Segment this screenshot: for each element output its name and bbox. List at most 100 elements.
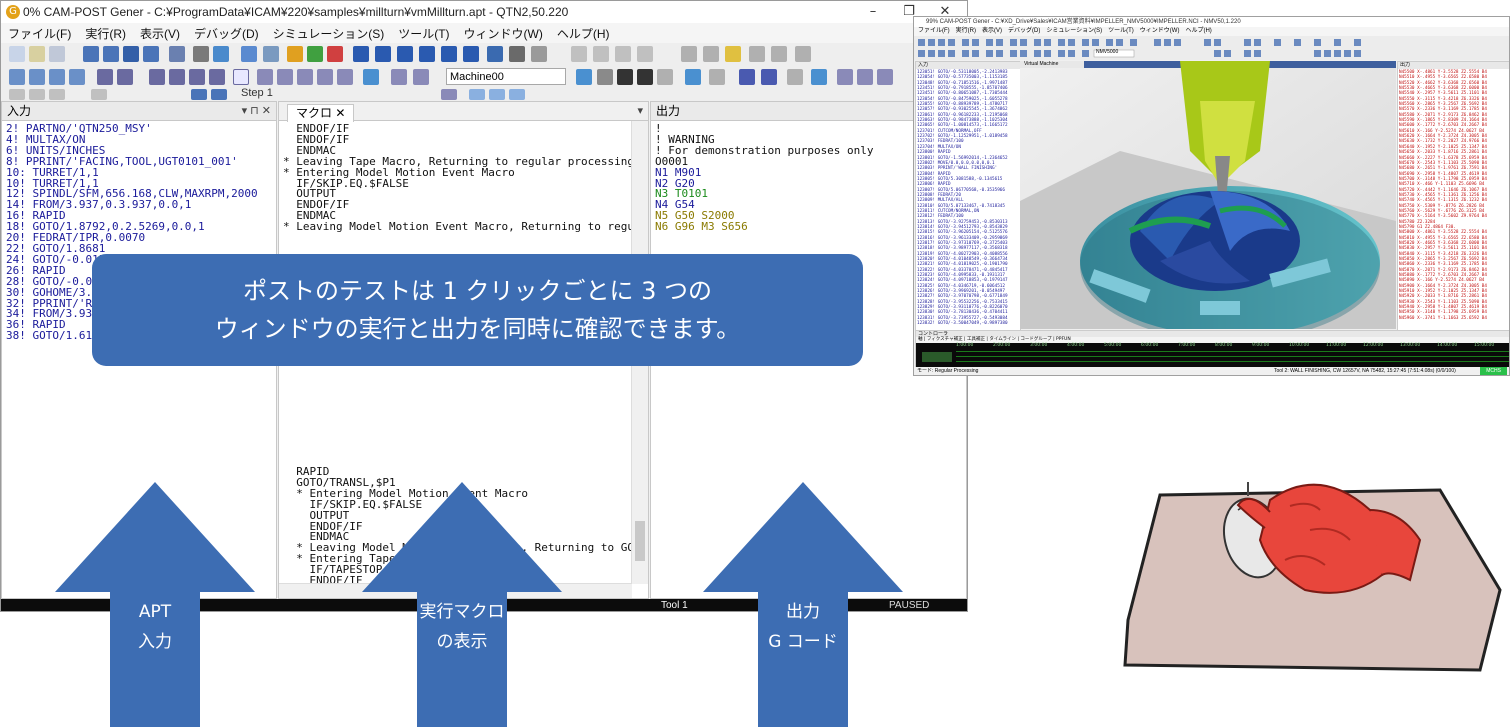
- menu-window[interactable]: ウィンドウ(W): [457, 23, 550, 42]
- machine-icon[interactable]: [97, 69, 113, 85]
- check-icon[interactable]: [307, 46, 323, 62]
- shape-icon[interactable]: [837, 69, 853, 85]
- menu-run[interactable]: 実行(R): [78, 23, 133, 42]
- axis-icon-2[interactable]: [29, 69, 45, 85]
- pen-icon[interactable]: [681, 46, 697, 62]
- save-icon[interactable]: [49, 46, 65, 62]
- view-mode-icon[interactable]: [441, 89, 457, 100]
- machine-icon-4[interactable]: [169, 69, 185, 85]
- step-icon-2[interactable]: [211, 89, 227, 100]
- shot-menu-item[interactable]: デバッグ(D): [1008, 28, 1040, 34]
- l-shape-icon[interactable]: [391, 69, 407, 85]
- axis-icon[interactable]: [9, 69, 25, 85]
- step-control[interactable]: Step 1: [241, 87, 401, 102]
- monitor-icon[interactable]: [795, 46, 811, 62]
- table-icon-2[interactable]: [277, 69, 293, 85]
- layout-icon[interactable]: [169, 46, 185, 62]
- tool-icon[interactable]: [287, 46, 303, 62]
- search-icon[interactable]: [487, 46, 503, 62]
- scroll-thumb[interactable]: [635, 521, 645, 561]
- target-icon[interactable]: [617, 69, 633, 85]
- doc-icon[interactable]: [749, 46, 765, 62]
- link-icon[interactable]: [597, 69, 613, 85]
- frame2-icon[interactable]: [811, 69, 827, 85]
- grid-toggle-icon[interactable]: [685, 69, 701, 85]
- dropdown-icon[interactable]: ▾: [637, 102, 643, 120]
- shot-menu-item[interactable]: 表示(V): [982, 28, 1002, 34]
- grid-icon[interactable]: [193, 46, 209, 62]
- menu-debug[interactable]: デバッグ(D): [187, 23, 266, 42]
- menu-help[interactable]: ヘルプ(H): [550, 23, 617, 42]
- chart2-icon[interactable]: [787, 69, 803, 85]
- l-shape-icon-2[interactable]: [413, 69, 429, 85]
- view-icon[interactable]: [263, 46, 279, 62]
- filter-icon-3[interactable]: [49, 89, 65, 100]
- view-mode-icon-2[interactable]: [469, 89, 485, 100]
- tab-macro[interactable]: マクロ ✕: [287, 104, 355, 122]
- ruler-icon[interactable]: [709, 69, 725, 85]
- machine-icon-3[interactable]: [149, 69, 165, 85]
- shot-machine[interactable]: NMV5000: [1096, 49, 1118, 55]
- axis-icon-3[interactable]: [49, 69, 65, 85]
- play-icon[interactable]: [397, 46, 413, 62]
- panel-icon-3[interactable]: [123, 46, 139, 62]
- panel-icon-2[interactable]: [103, 46, 119, 62]
- table-icon[interactable]: [257, 69, 273, 85]
- machine-icon-5[interactable]: [189, 69, 205, 85]
- table-icon-5[interactable]: [337, 69, 353, 85]
- pause-icon[interactable]: [419, 46, 435, 62]
- doc-icon-2[interactable]: [771, 46, 787, 62]
- timeline[interactable]: 1:00:00 2:00:00 3:00:00 4:00:00 5:00:00 6:00:…: [916, 343, 1509, 367]
- stop-icon[interactable]: [327, 46, 343, 62]
- filter-icon[interactable]: [9, 89, 25, 100]
- menu-view[interactable]: 表示(V): [133, 23, 187, 42]
- table-icon-3[interactable]: [297, 69, 313, 85]
- chart-icon[interactable]: [213, 46, 229, 62]
- align-icon[interactable]: [576, 69, 592, 85]
- breakpoint-icon-4[interactable]: [637, 46, 653, 62]
- menu-simulation[interactable]: シミュレーション(S): [266, 23, 392, 42]
- view-mode-icon-3[interactable]: [489, 89, 505, 100]
- frame-icon[interactable]: [233, 69, 249, 85]
- rewind-icon[interactable]: [353, 46, 369, 62]
- filter-icon-2[interactable]: [29, 89, 45, 100]
- minimize-button[interactable]: –: [853, 3, 893, 21]
- view-mode-icon-4[interactable]: [509, 89, 525, 100]
- step-forward-icon[interactable]: [441, 46, 457, 62]
- target-icon-2[interactable]: [637, 69, 653, 85]
- machine-icon-2[interactable]: [117, 69, 133, 85]
- machine-icon-6[interactable]: [209, 69, 225, 85]
- find-next-icon[interactable]: [531, 46, 547, 62]
- move-icon[interactable]: [363, 69, 379, 85]
- menu-tools[interactable]: ツール(T): [391, 23, 456, 42]
- breakpoint-icon[interactable]: [571, 46, 587, 62]
- axis-icon-4[interactable]: [69, 69, 85, 85]
- step-icon[interactable]: [191, 89, 207, 100]
- toggle-icon[interactable]: [91, 89, 107, 100]
- bars-icon-2[interactable]: [761, 69, 777, 85]
- shot-menu-item[interactable]: 実行(R): [956, 28, 976, 34]
- virtual-machine-viewport[interactable]: Virtual Machine: [1020, 61, 1396, 329]
- breakpoint-icon-3[interactable]: [615, 46, 631, 62]
- menu-file[interactable]: ファイル(F): [1, 23, 78, 42]
- forward-icon[interactable]: [463, 46, 479, 62]
- question-icon[interactable]: [725, 46, 741, 62]
- panel-icon-4[interactable]: [143, 46, 159, 62]
- shot-menu-item[interactable]: ウィンドウ(W): [1140, 28, 1180, 34]
- step-back-icon[interactable]: [375, 46, 391, 62]
- window-icon[interactable]: [241, 46, 257, 62]
- shot-menu-item[interactable]: ヘルプ(H): [1185, 28, 1211, 34]
- list-icon[interactable]: [657, 69, 673, 85]
- bars-icon[interactable]: [739, 69, 755, 85]
- open-icon[interactable]: [29, 46, 45, 62]
- shape-icon-2[interactable]: [857, 69, 873, 85]
- pane-controls[interactable]: ▾ ⊓ ✕: [242, 102, 271, 120]
- table-icon-4[interactable]: [317, 69, 333, 85]
- panel-icon[interactable]: [83, 46, 99, 62]
- machine-select[interactable]: Machine00: [446, 68, 566, 85]
- binoculars-icon[interactable]: [509, 46, 525, 62]
- shot-menu-item[interactable]: シミュレーション(S): [1046, 28, 1102, 34]
- shot-menu-item[interactable]: ツール(T): [1108, 28, 1134, 34]
- shot-menu-item[interactable]: ファイル(F): [918, 28, 950, 34]
- circle-icon[interactable]: [703, 46, 719, 62]
